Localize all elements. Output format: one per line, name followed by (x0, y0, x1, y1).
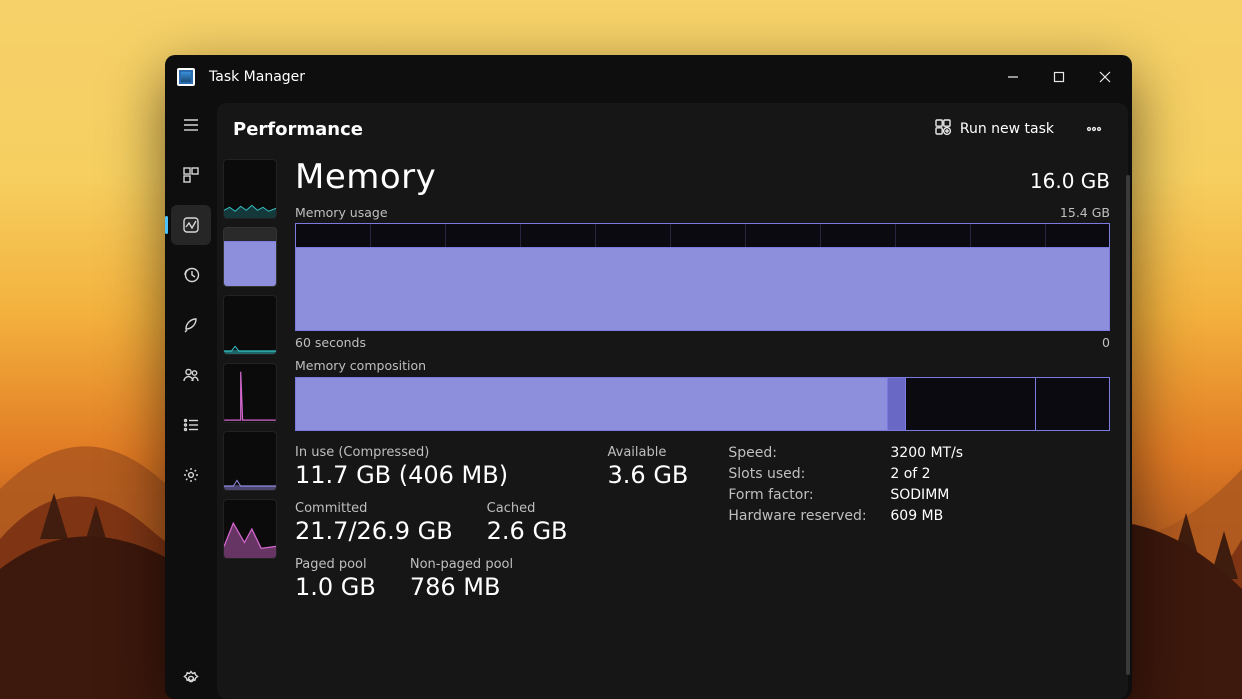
more-options-button[interactable] (1076, 113, 1112, 145)
comp-seg-free (1036, 378, 1109, 430)
nav-users[interactable] (171, 355, 211, 395)
panel-title: Performance (233, 119, 363, 140)
performance-panel: Performance Run new task (217, 103, 1128, 699)
usage-label: Memory usage (295, 205, 388, 220)
hwreserved-value: 609 MB (890, 508, 963, 524)
speed-value: 3200 MT/s (890, 445, 963, 461)
paged-label: Paged pool (295, 557, 376, 572)
memory-total: 16.0 GB (1030, 169, 1110, 193)
slots-value: 2 of 2 (890, 466, 963, 482)
hwreserved-key: Hardware reserved: (728, 508, 878, 524)
nav-details[interactable] (171, 405, 211, 445)
thumb-network[interactable] (223, 363, 277, 423)
usage-max: 15.4 GB (1060, 205, 1110, 220)
resource-heading: Memory (295, 157, 436, 197)
nav-rail (165, 99, 217, 699)
slots-key: Slots used: (728, 466, 878, 482)
titlebar[interactable]: Task Manager (165, 55, 1132, 99)
window-title: Task Manager (209, 69, 305, 85)
desktop-wallpaper: Task Manager (0, 0, 1242, 699)
nonpaged-label: Non-paged pool (410, 557, 513, 572)
committed-value: 21.7/26.9 GB (295, 517, 453, 545)
cached-label: Cached (487, 501, 568, 516)
hamburger-menu-button[interactable] (171, 105, 211, 145)
nav-app-history[interactable] (171, 255, 211, 295)
task-manager-window: Task Manager (165, 55, 1132, 699)
app-icon (177, 68, 195, 86)
formfactor-value: SODIMM (890, 487, 963, 503)
axis-right: 0 (1102, 335, 1110, 350)
minimize-button[interactable] (990, 61, 1036, 93)
committed-label: Committed (295, 501, 453, 516)
close-button[interactable] (1082, 61, 1128, 93)
thumb-memory[interactable] (223, 227, 277, 287)
speed-key: Speed: (728, 445, 878, 461)
cached-value: 2.6 GB (487, 517, 568, 545)
thumb-npu[interactable] (223, 499, 277, 559)
memory-properties: Speed: 3200 MT/s Slots used: 2 of 2 Form… (728, 445, 963, 524)
axis-left: 60 seconds (295, 335, 366, 350)
run-new-task-label: Run new task (960, 121, 1054, 137)
nav-services[interactable] (171, 455, 211, 495)
comp-seg-inuse (296, 378, 888, 430)
nav-performance[interactable] (171, 205, 211, 245)
resource-thumbnails (221, 155, 279, 699)
nonpaged-value: 786 MB (410, 573, 513, 601)
thumb-cpu[interactable] (223, 159, 277, 219)
nav-startup-apps[interactable] (171, 305, 211, 345)
thumb-gpu[interactable] (223, 431, 277, 491)
nav-processes[interactable] (171, 155, 211, 195)
run-new-task-button[interactable]: Run new task (924, 112, 1064, 146)
maximize-button[interactable] (1036, 61, 1082, 93)
memory-composition-chart[interactable] (295, 377, 1110, 431)
in-use-value: 11.7 GB (406 MB) (295, 461, 568, 489)
panel-header: Performance Run new task (217, 103, 1128, 155)
in-use-label: In use (Compressed) (295, 445, 568, 460)
comp-seg-standby (906, 378, 1037, 430)
available-label: Available (608, 445, 689, 460)
nav-settings[interactable] (171, 659, 211, 699)
memory-usage-chart[interactable] (295, 223, 1110, 331)
composition-label: Memory composition (295, 358, 1110, 373)
formfactor-key: Form factor: (728, 487, 878, 503)
comp-seg-modified (888, 378, 905, 430)
run-new-task-icon (934, 118, 952, 140)
paged-value: 1.0 GB (295, 573, 376, 601)
scrollbar[interactable] (1126, 175, 1130, 675)
thumb-disk[interactable] (223, 295, 277, 355)
memory-detail: Memory 16.0 GB Memory usage 15.4 GB (279, 155, 1120, 699)
available-value: 3.6 GB (608, 461, 689, 489)
